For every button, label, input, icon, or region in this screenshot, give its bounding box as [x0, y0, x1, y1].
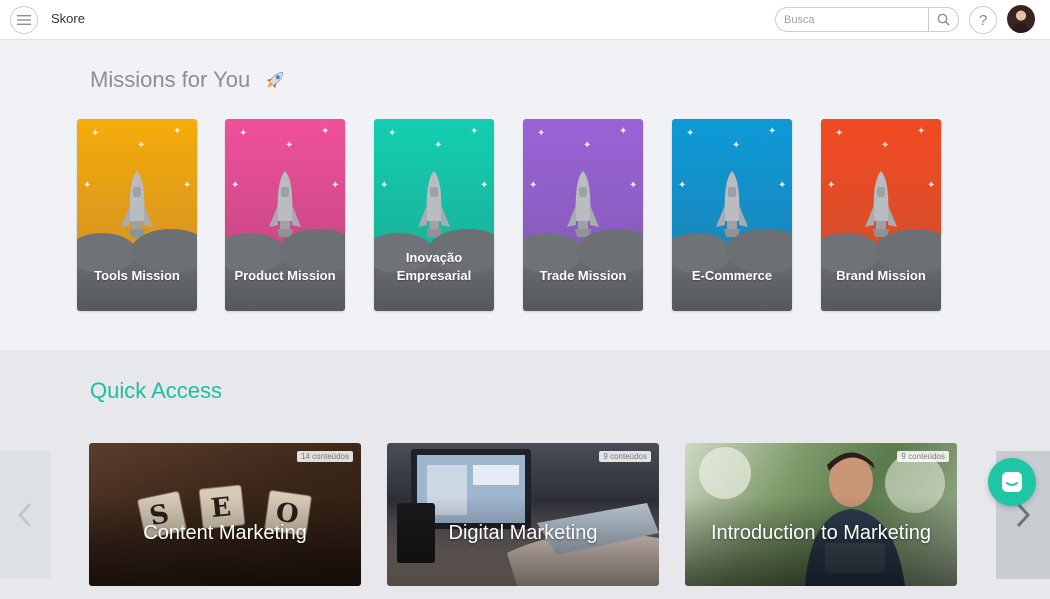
hamburger-icon [17, 15, 31, 25]
top-bar: Skore ? [0, 0, 1050, 40]
star-icon: ✦ [231, 180, 240, 191]
missions-title: Missions for You [90, 67, 251, 92]
star-icon: ✦ [470, 126, 479, 137]
user-avatar[interactable] [1007, 5, 1035, 33]
quick-access-card-digital-marketing[interactable]: 9 conteúdos Digital Marketing [387, 443, 659, 586]
missions-section: Missions for You ✦ ✦ ✦ ✦ ✦ Tools Mission ✦ ✦ ✦ ✦ ✦… [0, 40, 1050, 350]
star-icon: ✦ [583, 140, 592, 151]
chevron-left-icon [17, 502, 32, 528]
content-count-badge: 9 conteúdos [599, 451, 651, 462]
quick-access-section: Quick Access S E O 14 conteúdos Cont [0, 350, 1050, 599]
mission-card[interactable]: ✦ ✦ ✦ ✦ ✦ Trade Mission [523, 119, 643, 311]
star-icon: ✦ [331, 180, 340, 191]
quick-access-card-intro-marketing[interactable]: 9 conteúdos Introduction to Marketing [685, 443, 957, 586]
search-icon [937, 13, 950, 26]
mission-card-label: Brand Mission [836, 268, 926, 283]
star-icon: ✦ [537, 128, 546, 139]
chat-icon [1002, 472, 1022, 492]
star-icon: ✦ [927, 180, 936, 191]
star-icon: ✦ [917, 126, 926, 137]
mission-card-label: Tools Mission [94, 268, 180, 283]
star-icon: ✦ [480, 180, 489, 191]
star-icon: ✦ [285, 140, 294, 151]
star-icon: ✦ [91, 128, 100, 139]
carousel-prev-button[interactable] [0, 451, 50, 579]
quick-access-card-title: Introduction to Marketing [710, 522, 932, 544]
mission-card-label: Trade Mission [539, 268, 627, 283]
star-icon: ✦ [173, 126, 182, 137]
quick-access-title: Quick Access [90, 378, 223, 403]
star-icon: ✦ [83, 180, 92, 191]
search-input[interactable] [776, 8, 929, 31]
mission-card[interactable]: ✦ ✦ ✦ ✦ ✦ Inovação Empresarial [374, 119, 494, 311]
star-icon: ✦ [388, 128, 397, 139]
mission-card[interactable]: ✦ ✦ ✦ ✦ ✦ Brand Mission [821, 119, 941, 311]
star-icon: ✦ [183, 180, 192, 191]
star-icon: ✦ [434, 140, 443, 151]
star-icon: ✦ [768, 126, 777, 137]
quick-access-card-content-marketing[interactable]: S E O 14 conteúdos Content Marketing [89, 443, 361, 586]
star-icon: ✦ [732, 140, 741, 151]
help-button[interactable]: ? [969, 6, 997, 34]
star-icon: ✦ [686, 128, 695, 139]
star-icon: ✦ [137, 140, 146, 151]
mission-card-label: Inovação Empresarial [396, 250, 472, 283]
content-count-badge: 14 conteúdos [296, 451, 353, 462]
mission-card[interactable]: ✦ ✦ ✦ ✦ ✦ E-Commerce [672, 119, 792, 311]
star-icon: ✦ [380, 180, 389, 191]
star-icon: ✦ [629, 180, 638, 191]
search-box [775, 7, 959, 32]
mission-card-label: Product Mission [234, 268, 336, 283]
app-title: Skore [51, 11, 85, 26]
star-icon: ✦ [881, 140, 890, 151]
star-icon: ✦ [835, 128, 844, 139]
star-icon: ✦ [239, 128, 248, 139]
quick-access-card-title: Digital Marketing [448, 522, 598, 544]
star-icon: ✦ [619, 126, 628, 137]
search-button[interactable] [928, 8, 958, 31]
help-icon: ? [978, 11, 988, 29]
mission-card[interactable]: ✦ ✦ ✦ ✦ ✦ Tools Mission [77, 119, 197, 311]
mission-card-label: E-Commerce [691, 268, 773, 283]
chat-button[interactable] [988, 458, 1036, 506]
star-icon: ✦ [678, 180, 687, 191]
mission-card[interactable]: ✦ ✦ ✦ ✦ ✦ Product Mission [225, 119, 345, 311]
star-icon: ✦ [321, 126, 330, 137]
star-icon: ✦ [827, 180, 836, 191]
star-icon: ✦ [529, 180, 538, 191]
rocket-icon [266, 71, 284, 89]
star-icon: ✦ [778, 180, 787, 191]
content-count-badge: 9 conteúdos [897, 451, 949, 462]
quick-access-card-title: Content Marketing [143, 522, 307, 544]
menu-button[interactable] [10, 6, 38, 34]
